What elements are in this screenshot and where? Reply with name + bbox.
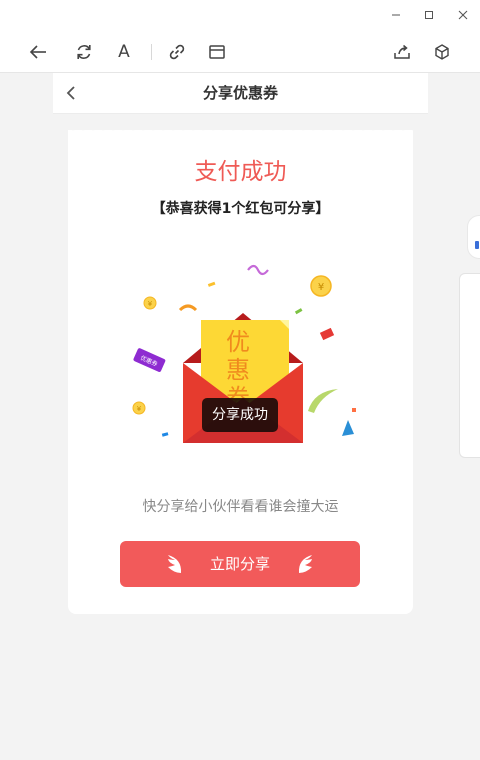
share-icon[interactable]	[388, 38, 416, 66]
toolbar-divider	[151, 44, 152, 60]
confetti-green-ribbon	[308, 389, 338, 413]
gold-coin-large: ¥	[310, 275, 332, 297]
side-panel	[459, 273, 480, 458]
share-button-label: 立即分享	[209, 555, 270, 573]
share-hint-text: 快分享给小伙伴看看谁会撞大运	[142, 499, 339, 515]
back-arrow-icon[interactable]	[24, 38, 52, 66]
browser-toolbar: A	[0, 30, 480, 73]
cube-icon[interactable]	[428, 38, 456, 66]
confetti-blue-shard	[342, 420, 354, 436]
confetti-red-tag	[319, 327, 335, 341]
font-icon[interactable]: A	[110, 38, 138, 66]
coin-symbol: ¥	[137, 405, 142, 413]
confetti-yellow-bit	[207, 281, 216, 287]
page-header: 分享优惠券	[53, 73, 428, 114]
gold-coin-left: ¥	[132, 401, 146, 415]
confetti-orange-curl	[178, 304, 198, 312]
coupon-char: 惠	[226, 356, 250, 384]
coupon-char: 优	[226, 328, 250, 356]
coin-symbol: ¥	[148, 300, 153, 308]
window-titlebar	[0, 0, 480, 30]
window-icon[interactable]	[203, 38, 231, 66]
maximize-icon[interactable]	[418, 4, 440, 26]
gold-coin-small: ¥	[143, 296, 157, 310]
refresh-icon[interactable]	[70, 38, 98, 66]
share-success-toast: 分享成功	[202, 398, 278, 432]
payment-success-title: 支付成功	[194, 159, 287, 185]
coin-symbol: ¥	[318, 282, 324, 293]
card-ticket-edge	[68, 126, 413, 134]
font-label: A	[118, 41, 130, 62]
coupon-card: 支付成功 【恭喜获得1个红包可分享】 ¥ ¥ ¥ 优惠券 优 惠 分享成功 快分…	[68, 126, 413, 614]
minimize-icon[interactable]	[385, 4, 407, 26]
side-tab-marker	[475, 241, 479, 249]
confetti-blue-bit	[161, 432, 169, 437]
congrats-text: 【恭喜获得1个红包可分享】	[151, 201, 330, 217]
confetti-purple-curl	[247, 264, 269, 276]
close-icon[interactable]	[452, 4, 474, 26]
link-icon[interactable]	[163, 38, 191, 66]
confetti-green-bit	[294, 308, 303, 315]
side-floating-tab[interactable]	[467, 215, 480, 259]
purple-coupon-ribbon: 优惠券	[133, 348, 166, 372]
wing-right-icon	[298, 555, 312, 573]
page-title: 分享优惠券	[202, 84, 278, 102]
confetti-orange-bit	[352, 408, 356, 412]
chevron-left-icon[interactable]	[59, 81, 83, 105]
share-now-button[interactable]: 立即分享	[120, 541, 360, 587]
